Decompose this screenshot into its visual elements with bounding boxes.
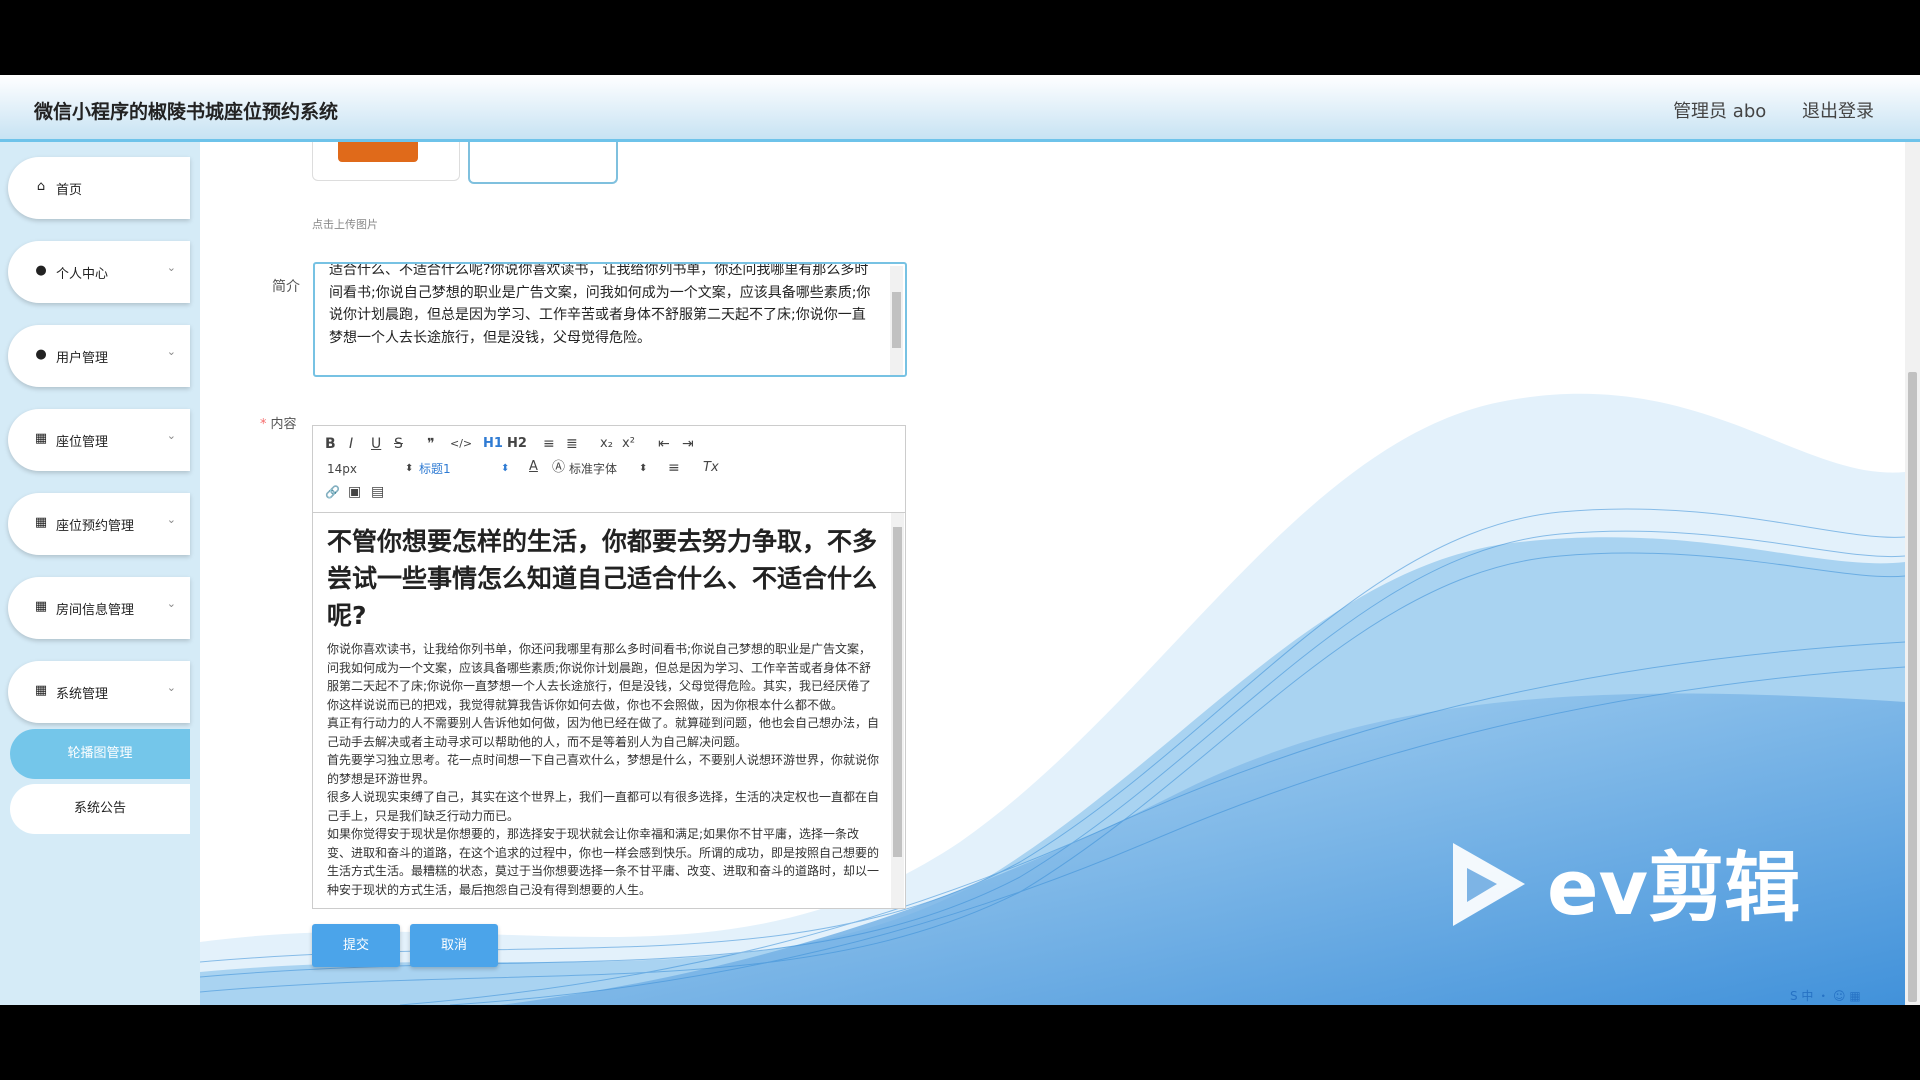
indent-icon[interactable]: ⇥	[682, 436, 694, 452]
background-color-icon[interactable]: Ⓐ	[552, 460, 565, 476]
image-icon[interactable]: ▣	[348, 484, 361, 500]
sidebar-subitem-announcement[interactable]: 系统公告	[10, 784, 190, 834]
cancel-button[interactable]: 取消	[410, 924, 498, 967]
sidebar-item-label: 首页	[56, 183, 83, 198]
heading-select[interactable]: 标题1	[419, 461, 451, 477]
content-paragraph: 你说你喜欢读书，让我给你列书单，你还问我哪里有那么多时间看书;你说自己梦想的职业…	[327, 642, 872, 712]
home-icon: ⌂	[36, 179, 46, 194]
top-header: 微信小程序的椒陵书城座位预约系统 管理员 abo 退出登录	[0, 75, 1920, 142]
chevron-updown-icon: ⬍	[405, 463, 414, 474]
sidebar-item-label: 系统管理	[56, 687, 109, 702]
sidebar-item-personal-center[interactable]: ● 个人中心 ⌄	[8, 241, 190, 303]
font-size-select[interactable]: 14px	[327, 461, 357, 477]
subscript-icon[interactable]: x₂	[600, 436, 613, 452]
grid-icon: ▦	[34, 515, 48, 530]
submit-button[interactable]: 提交	[312, 924, 400, 967]
intro-text: 适合什么、不适合什么呢?你说你喜欢读书，让我给你列书单，你还问我哪里有那么多时间…	[329, 262, 871, 346]
sidebar-subitem-carousel[interactable]: 轮播图管理	[10, 729, 190, 779]
editor-toolbar: B I U S ❞ </> H1 H2 ≡ ≣ x₂ x² ⇤ ⇥ 14px ⬍…	[313, 426, 905, 513]
font-color-icon[interactable]: A	[529, 459, 538, 475]
outdent-icon[interactable]: ⇤	[658, 436, 670, 452]
chevron-down-icon: ⌄	[166, 429, 176, 442]
content-paragraph: 如果你觉得安于现状是你想要的，那选择安于现状就会让你幸福和满足;如果你不甘平庸，…	[327, 827, 880, 897]
chevron-down-icon: ⌄	[166, 597, 176, 610]
bold-icon[interactable]: B	[325, 436, 336, 452]
sidebar: ⌂ 首页 ● 个人中心 ⌄ ● 用户管理 ⌄ ▦ 座位管理 ⌄ ▦ 座位预约管理…	[0, 142, 200, 1005]
header2-icon[interactable]: H2	[507, 436, 527, 452]
location-icon: ●	[35, 347, 47, 362]
chevron-down-icon: ⌄	[166, 681, 176, 694]
sidebar-item-label: 个人中心	[56, 267, 109, 282]
intro-scrollbar[interactable]	[890, 266, 903, 375]
intro-label: 简介	[272, 279, 300, 295]
logout-link[interactable]: 退出登录	[1802, 101, 1874, 122]
ordered-list-icon[interactable]: ≡	[543, 436, 555, 452]
required-mark: *	[260, 417, 267, 432]
underline-icon[interactable]: U	[371, 436, 381, 452]
bullet-list-icon[interactable]: ≣	[566, 436, 578, 452]
grid-icon: ▦	[34, 431, 48, 446]
chevron-down-icon: ⌄	[166, 261, 176, 274]
editor-scrollbar[interactable]	[891, 513, 904, 908]
ev-watermark: ev剪辑	[1453, 843, 1800, 932]
content-paragraph: 首先要学习独立思考。花一点时间想一下自己喜欢什么，梦想是什么，不要别人说想环游世…	[327, 753, 880, 786]
upload-image-button[interactable]	[468, 142, 618, 184]
sidebar-item-label: 房间信息管理	[56, 603, 135, 618]
link-icon[interactable]: 🔗	[325, 484, 340, 500]
code-block-icon[interactable]: </>	[450, 436, 472, 452]
content-label-text: 内容	[270, 417, 297, 432]
font-family-select[interactable]: 标准字体	[569, 461, 617, 477]
sidebar-item-system-management[interactable]: ▦ 系统管理 ⌄	[8, 661, 190, 723]
header-actions: 管理员 abo 退出登录	[1643, 97, 1874, 123]
chevron-updown-icon: ⬍	[501, 463, 510, 474]
blockquote-icon[interactable]: ❞	[427, 436, 435, 452]
upload-hint: 点击上传图片	[312, 218, 378, 231]
sidebar-item-seat-management[interactable]: ▦ 座位管理 ⌄	[8, 409, 190, 471]
app-title: 微信小程序的椒陵书城座位预约系统	[34, 101, 339, 123]
sidebar-item-user-management[interactable]: ● 用户管理 ⌄	[8, 325, 190, 387]
system-tray: S 中 ・ ☺ ▦	[1790, 989, 1861, 1003]
sidebar-item-room-info[interactable]: ▦ 房间信息管理 ⌄	[8, 577, 190, 639]
strikethrough-icon[interactable]: S	[394, 436, 403, 452]
italic-icon[interactable]: I	[349, 436, 353, 452]
video-icon[interactable]: ▤	[371, 484, 384, 500]
editor-content[interactable]: 不管你想要怎样的生活，你都要去努力争取，不多尝试一些事情怎么知道自己适合什么、不…	[313, 513, 893, 908]
uploaded-image-thumbnail[interactable]	[312, 142, 460, 181]
header1-icon[interactable]: H1	[483, 436, 503, 452]
content-label: * 内容	[260, 413, 297, 432]
content-heading: 不管你想要怎样的生活，你都要去努力争取，不多尝试一些事情怎么知道自己适合什么、不…	[327, 527, 878, 630]
page-scrollbar[interactable]	[1905, 142, 1920, 1005]
watermark-text: ev剪辑	[1547, 843, 1800, 932]
sidebar-item-label: 座位管理	[56, 435, 109, 450]
product-image	[338, 142, 418, 162]
superscript-icon[interactable]: x²	[622, 436, 635, 452]
scroll-thumb[interactable]	[893, 527, 902, 857]
chevron-updown-icon: ⬍	[639, 463, 648, 474]
scroll-thumb[interactable]	[1908, 372, 1917, 1002]
chevron-down-icon: ⌄	[166, 513, 176, 526]
content-paragraph: 真正有行动力的人不需要别人告诉他如何做，因为他已经在做了。就算碰到问题，他也会自…	[327, 716, 880, 749]
rich-text-editor: B I U S ❞ </> H1 H2 ≡ ≣ x₂ x² ⇤ ⇥ 14px ⬍…	[312, 425, 906, 909]
scroll-thumb[interactable]	[892, 292, 901, 348]
user-icon: ●	[35, 263, 47, 278]
content-paragraph: 很多人说现实束缚了自己，其实在这个世界上，我们一直都可以有很多选择，生活的决定权…	[327, 790, 880, 823]
admin-user-label[interactable]: 管理员 abo	[1673, 101, 1766, 122]
sidebar-item-label: 用户管理	[56, 351, 109, 366]
intro-textarea[interactable]: 适合什么、不适合什么呢?你说你喜欢读书，让我给你列书单，你还问我哪里有那么多时间…	[313, 262, 907, 377]
clear-format-icon[interactable]: Tx	[703, 460, 719, 476]
align-icon[interactable]: ≡	[668, 460, 680, 476]
chevron-down-icon: ⌄	[166, 345, 176, 358]
grid-icon: ▦	[34, 683, 48, 698]
sidebar-item-home[interactable]: ⌂ 首页	[8, 157, 190, 219]
sidebar-item-seat-reservation[interactable]: ▦ 座位预约管理 ⌄	[8, 493, 190, 555]
grid-icon: ▦	[34, 599, 48, 614]
sidebar-item-label: 座位预约管理	[56, 519, 135, 534]
